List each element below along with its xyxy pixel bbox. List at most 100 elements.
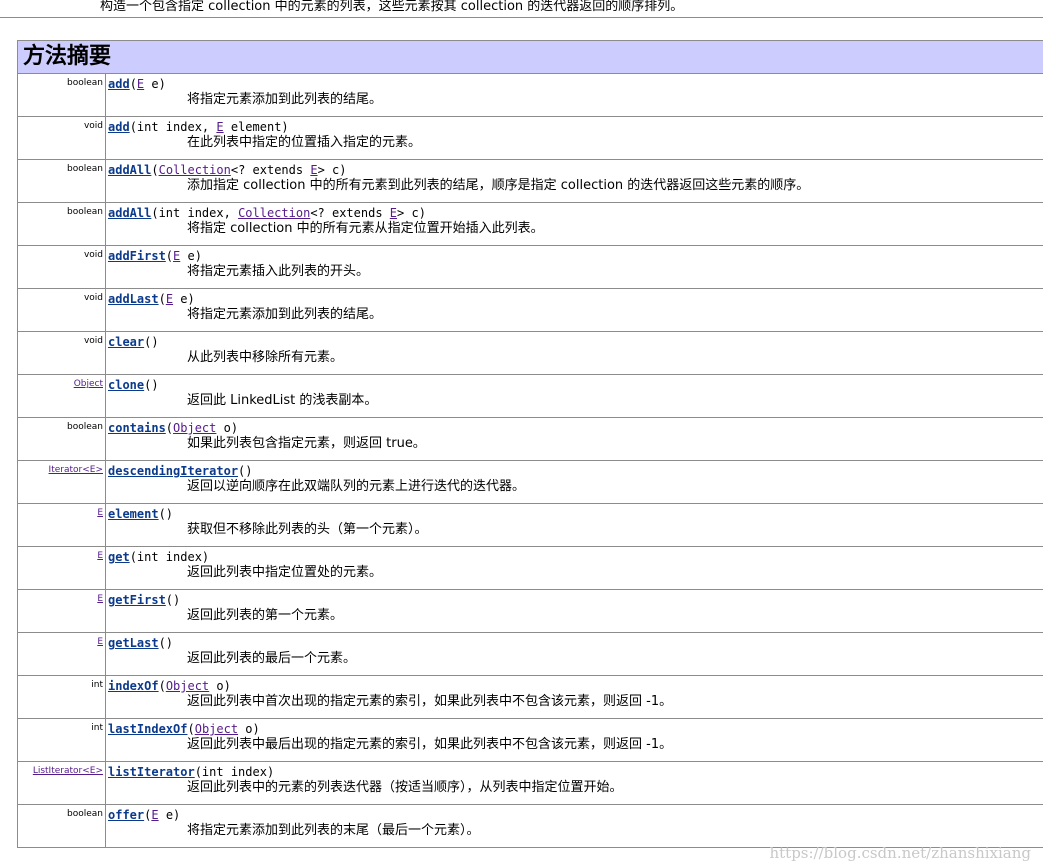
method-detail-cell: clone() 返回此 LinkedList 的浅表副本。 bbox=[105, 374, 1043, 418]
return-type-cell: E bbox=[17, 546, 106, 590]
signature-text: () bbox=[238, 464, 253, 478]
return-type: void bbox=[83, 121, 103, 131]
method-name-link[interactable]: descendingIterator bbox=[108, 464, 238, 478]
type-reference-link[interactable]: E bbox=[166, 292, 173, 306]
signature-text: e) bbox=[158, 808, 181, 822]
signature-text: element) bbox=[223, 120, 289, 134]
method-detail-cell: listIterator(int index) 返回此列表中的元素的列表迭代器（按… bbox=[105, 761, 1043, 805]
return-type: boolean bbox=[67, 809, 103, 819]
method-detail-cell: get(int index) 返回此列表中指定位置处的元素。 bbox=[105, 546, 1043, 590]
method-name-link[interactable]: clone bbox=[108, 378, 144, 392]
return-type: boolean bbox=[67, 422, 103, 432]
method-name-link[interactable]: addFirst bbox=[108, 249, 166, 263]
method-row: EgetLast() 返回此列表的最后一个元素。 bbox=[17, 632, 1043, 676]
method-name-link[interactable]: add bbox=[108, 120, 130, 134]
signature-text: () bbox=[144, 335, 159, 349]
signature-text: o) bbox=[209, 679, 231, 693]
method-name-link[interactable]: offer bbox=[108, 808, 144, 822]
method-row: ListIterator<E> listIterator(int index) 返回… bbox=[17, 761, 1043, 805]
return-type-cell: boolean bbox=[17, 804, 106, 848]
method-name-link[interactable]: get bbox=[108, 550, 130, 564]
signature-text: ( bbox=[151, 163, 159, 177]
method-signature: add(E e) bbox=[108, 77, 1043, 92]
method-description: 从此列表中移除所有元素。 bbox=[187, 350, 344, 365]
method-description: 返回此 LinkedList 的浅表副本。 bbox=[187, 393, 378, 408]
method-name-link[interactable]: getLast bbox=[108, 636, 159, 650]
method-name-link[interactable]: listIterator bbox=[108, 765, 195, 779]
method-signature: addLast(E e) bbox=[108, 292, 1043, 307]
method-summary-table: 方法摘要 boolean add(E e) 将指定元素添加到此列表的结尾。 void a… bbox=[17, 40, 1043, 848]
type-reference-link[interactable]: E bbox=[390, 206, 397, 220]
signature-text: ( bbox=[165, 421, 174, 435]
type-reference-link[interactable]: E bbox=[216, 120, 223, 134]
method-signature: indexOf(Object o) bbox=[108, 679, 1043, 694]
type-reference-link[interactable]: Collection bbox=[159, 163, 231, 177]
method-detail-cell: add(int index, E element) 在此列表中指定的位置插入指定的… bbox=[105, 116, 1043, 160]
return-type-link[interactable]: E bbox=[97, 637, 103, 647]
method-signature: clear() bbox=[108, 335, 1043, 350]
method-name-link[interactable]: addLast bbox=[108, 292, 159, 306]
method-detail-cell: clear() 从此列表中移除所有元素。 bbox=[105, 331, 1043, 375]
signature-text: > c) bbox=[317, 163, 347, 177]
type-reference-link[interactable]: Object bbox=[166, 679, 209, 693]
method-description: 添加指定 collection 中的所有元素到此列表的结尾，顺序是指定 coll… bbox=[187, 178, 810, 193]
method-detail-cell: indexOf(Object o) 返回此列表中首次出现的指定元素的索引，如果此列… bbox=[105, 675, 1043, 719]
type-reference-link[interactable]: E bbox=[151, 808, 158, 822]
method-signature: descendingIterator() bbox=[108, 464, 1043, 479]
return-type: boolean bbox=[67, 207, 103, 217]
return-type-link[interactable]: E bbox=[97, 594, 103, 604]
method-detail-cell: addAll(Collection<? extends E> c) 添加指定 co… bbox=[105, 159, 1043, 203]
type-reference-link[interactable]: Collection bbox=[238, 206, 310, 220]
method-signature: addAll(int index, Collection<? extends E… bbox=[108, 206, 1043, 221]
constructor-description: 构造一个包含指定 collection 中的元素的列表，这些元素按其 colle… bbox=[0, 0, 1043, 18]
method-detail-cell: getFirst() 返回此列表的第一个元素。 bbox=[105, 589, 1043, 633]
return-type-link[interactable]: E bbox=[97, 551, 103, 561]
method-row: Object clone() 返回此 LinkedList 的浅表副本。 bbox=[17, 374, 1043, 418]
type-reference-link[interactable]: Object bbox=[195, 722, 238, 736]
signature-text: ( bbox=[158, 679, 166, 693]
method-row: boolean add(E e) 将指定元素添加到此列表的结尾。 bbox=[17, 73, 1043, 117]
signature-text: <? extends bbox=[310, 206, 390, 220]
method-name-link[interactable]: lastIndexOf bbox=[108, 722, 187, 736]
return-type-link[interactable]: ListIterator<E> bbox=[33, 766, 103, 776]
return-type-cell: Object bbox=[17, 374, 106, 418]
method-name-link[interactable]: addAll bbox=[108, 206, 151, 220]
method-name-link[interactable]: contains bbox=[108, 421, 166, 435]
return-type: boolean bbox=[67, 78, 103, 88]
method-signature: addFirst(E e) bbox=[108, 249, 1043, 264]
method-description: 如果此列表包含指定元素，则返回 true。 bbox=[187, 436, 426, 451]
method-description: 返回此列表中最后出现的指定元素的索引，如果此列表中不包含该元素，则返回 -1。 bbox=[187, 737, 673, 752]
method-signature: clone() bbox=[108, 378, 1043, 393]
signature-text: (int index) bbox=[129, 550, 210, 564]
method-description: 在此列表中指定的位置插入指定的元素。 bbox=[187, 135, 422, 150]
method-detail-cell: addFirst(E e) 将指定元素插入此列表的开头。 bbox=[105, 245, 1043, 289]
method-name-link[interactable]: clear bbox=[108, 335, 144, 349]
method-name-link[interactable]: getFirst bbox=[108, 593, 166, 607]
type-reference-link[interactable]: Object bbox=[173, 421, 216, 435]
method-signature: lastIndexOf(Object o) bbox=[108, 722, 1043, 737]
method-description: 返回此列表中的元素的列表迭代器（按适当顺序），从列表中指定位置开始。 bbox=[187, 780, 623, 795]
return-type-link[interactable]: Object bbox=[74, 379, 103, 389]
method-description: 将指定元素插入此列表的开头。 bbox=[187, 264, 370, 279]
return-type-link[interactable]: Iterator<E> bbox=[49, 465, 103, 475]
signature-text: o) bbox=[216, 421, 239, 435]
return-type-cell: E bbox=[17, 632, 106, 676]
return-type-cell: void bbox=[17, 245, 106, 289]
return-type-link[interactable]: E bbox=[97, 508, 103, 518]
method-row: EgetFirst() 返回此列表的第一个元素。 bbox=[17, 589, 1043, 633]
method-signature: contains(Object o) bbox=[108, 421, 1043, 436]
method-name-link[interactable]: element bbox=[108, 507, 159, 521]
return-type-cell: void bbox=[17, 116, 106, 160]
return-type-cell: boolean bbox=[17, 73, 106, 117]
method-description: 将指定元素添加到此列表的结尾。 bbox=[187, 92, 383, 107]
signature-text: e) bbox=[144, 77, 166, 91]
method-name-link[interactable]: add bbox=[108, 77, 130, 91]
return-type-cell: void bbox=[17, 288, 106, 332]
signature-text: () bbox=[165, 593, 181, 607]
method-name-link[interactable]: addAll bbox=[108, 163, 151, 177]
method-row: boolean addAll(int index, Collection<? ex… bbox=[17, 202, 1043, 246]
watermark: https://blog.csdn.net/zhanshixiang bbox=[769, 844, 1031, 862]
type-reference-link[interactable]: E bbox=[310, 163, 317, 177]
return-type: int bbox=[91, 723, 103, 733]
method-name-link[interactable]: indexOf bbox=[108, 679, 159, 693]
